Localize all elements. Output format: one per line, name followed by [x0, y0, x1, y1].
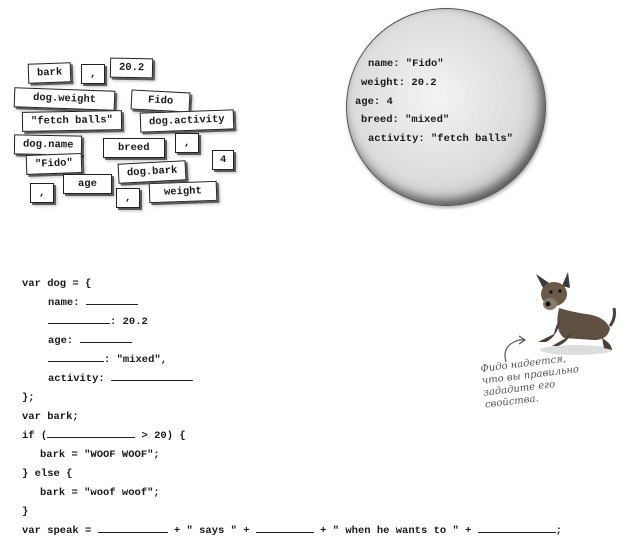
code-line-14: var speak = + " says " + + " when he wan…: [22, 523, 562, 539]
code-line-2: name:: [48, 295, 138, 311]
code-text: : "mixed",: [104, 354, 168, 366]
magnet-fido[interactable]: Fido: [130, 89, 191, 113]
code-text: if (: [22, 430, 48, 442]
circle-line-name: name: "Fido": [368, 58, 444, 70]
blank-speak-1[interactable]: [97, 523, 168, 533]
blank-speak-3[interactable]: [477, 523, 556, 533]
code-text: ;: [555, 525, 562, 537]
magnet-fido-quoted[interactable]: "Fido": [25, 153, 83, 175]
code-line-7: };: [22, 392, 35, 404]
code-line-8: var bark;: [22, 411, 79, 423]
magnet-comma[interactable]: ,: [116, 188, 141, 208]
blank-breed-key[interactable]: [48, 352, 104, 362]
code-text: : 20.2: [110, 316, 148, 328]
code-line-5: : "mixed",: [48, 352, 167, 368]
code-line-4: age:: [48, 333, 132, 349]
blank-age[interactable]: [79, 333, 132, 343]
magnet-bark[interactable]: bark: [27, 62, 72, 84]
magnet-dog-bark[interactable]: dog.bark: [117, 160, 187, 184]
code-line-13: }: [22, 506, 29, 518]
blank-activity[interactable]: [111, 371, 194, 381]
magnet-dog-activity[interactable]: dog.activity: [139, 109, 234, 133]
code-text: age:: [48, 335, 80, 347]
code-line-1: var dog = {: [22, 278, 92, 290]
magnet-4[interactable]: 4: [212, 150, 235, 170]
magnet-breed[interactable]: breed: [103, 138, 165, 158]
circle-line-breed: breed: "mixed": [361, 114, 450, 126]
circle-line-activity: activity: "fetch balls": [368, 133, 513, 145]
blank-weight-key[interactable]: [48, 314, 110, 324]
magnet-comma[interactable]: ,: [30, 183, 55, 203]
magnet-fetch-balls[interactable]: "fetch balls": [21, 110, 123, 132]
blank-condition[interactable]: [47, 428, 136, 438]
magnet-dog-weight[interactable]: dog.weight: [13, 87, 116, 111]
code-line-3: : 20.2: [48, 314, 148, 330]
code-line-11: } else {: [22, 468, 73, 480]
blank-name[interactable]: [85, 295, 138, 305]
code-line-6: activity:: [48, 371, 194, 387]
code-text: name:: [48, 297, 86, 309]
circle-line-weight: weight: 20.2: [361, 77, 437, 89]
magnet-comma[interactable]: ,: [175, 133, 200, 153]
magnet-20-2[interactable]: 20.2: [109, 57, 154, 79]
code-line-12: bark = "woof woof";: [40, 487, 160, 499]
magnet-comma[interactable]: ,: [81, 64, 106, 84]
code-text: activity:: [48, 373, 112, 385]
blank-speak-2[interactable]: [255, 523, 314, 533]
code-text: + " says " +: [167, 525, 256, 537]
magnet-age[interactable]: age: [63, 174, 112, 194]
code-line-10: bark = "WOOF WOOF";: [40, 449, 160, 461]
circle-line-age: age: 4: [355, 96, 393, 108]
magnet-weight[interactable]: weight: [148, 180, 218, 204]
code-text: var speak =: [22, 525, 98, 537]
code-line-9: if ( > 20) {: [22, 428, 186, 444]
code-text: + " when he wants to " +: [313, 525, 478, 537]
code-text: > 20) {: [135, 430, 186, 442]
dog-illustration-icon: [536, 272, 616, 355]
